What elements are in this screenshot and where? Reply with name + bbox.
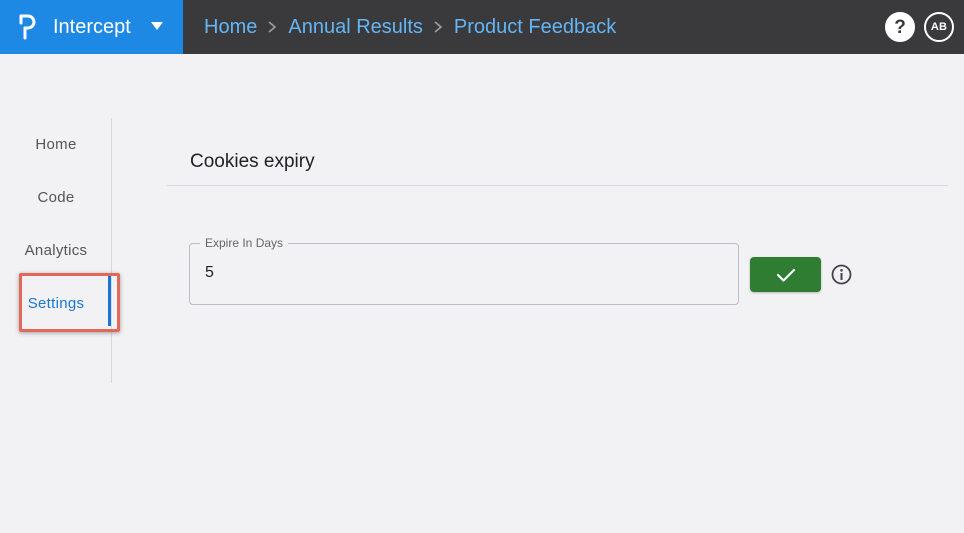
sidebar-item-label: Code <box>37 188 75 206</box>
sidebar-item-code[interactable]: Code <box>0 177 112 217</box>
sidebar-item-label: Settings <box>27 294 85 312</box>
expire-days-input[interactable] <box>205 264 705 282</box>
confirm-button[interactable] <box>750 257 821 292</box>
sidebar-item-label: Analytics <box>24 241 88 259</box>
user-avatar[interactable]: AB <box>924 12 954 42</box>
info-icon[interactable] <box>831 264 852 285</box>
help-icon: ? <box>894 16 906 38</box>
breadcrumb-product-feedback[interactable]: Product Feedback : <box>454 16 622 38</box>
breadcrumb: Home Annual Results Product Feedback : <box>204 15 622 39</box>
user-initials: AB <box>930 21 948 33</box>
sidebar-item-label: Home <box>35 135 77 153</box>
expire-days-label: Expire In Days <box>200 235 289 251</box>
active-indicator <box>108 273 111 326</box>
sidebar-item-settings[interactable]: Settings <box>0 283 112 323</box>
section-divider <box>167 185 948 186</box>
check-icon <box>776 268 795 282</box>
breadcrumb-annual-results[interactable]: Annual Results <box>288 16 423 38</box>
app-name: Intercept <box>53 16 131 38</box>
chevron-right-icon <box>268 21 277 33</box>
app-switcher[interactable]: Intercept <box>0 0 183 54</box>
app-logo-icon <box>19 14 36 40</box>
sidebar-item-analytics[interactable]: Analytics <box>0 230 112 270</box>
breadcrumb-home[interactable]: Home <box>204 16 257 38</box>
help-button[interactable]: ? <box>885 12 915 42</box>
section-title: Cookies expiry <box>190 151 315 172</box>
caret-down-icon <box>151 22 163 30</box>
expire-days-field: Expire In Days <box>189 235 739 305</box>
side-nav: Home Code Analytics Settings <box>0 118 112 383</box>
chevron-right-icon <box>434 21 443 33</box>
top-bar: Intercept Home Annual Results Product Fe… <box>0 0 964 54</box>
sidebar-item-home[interactable]: Home <box>0 124 112 164</box>
